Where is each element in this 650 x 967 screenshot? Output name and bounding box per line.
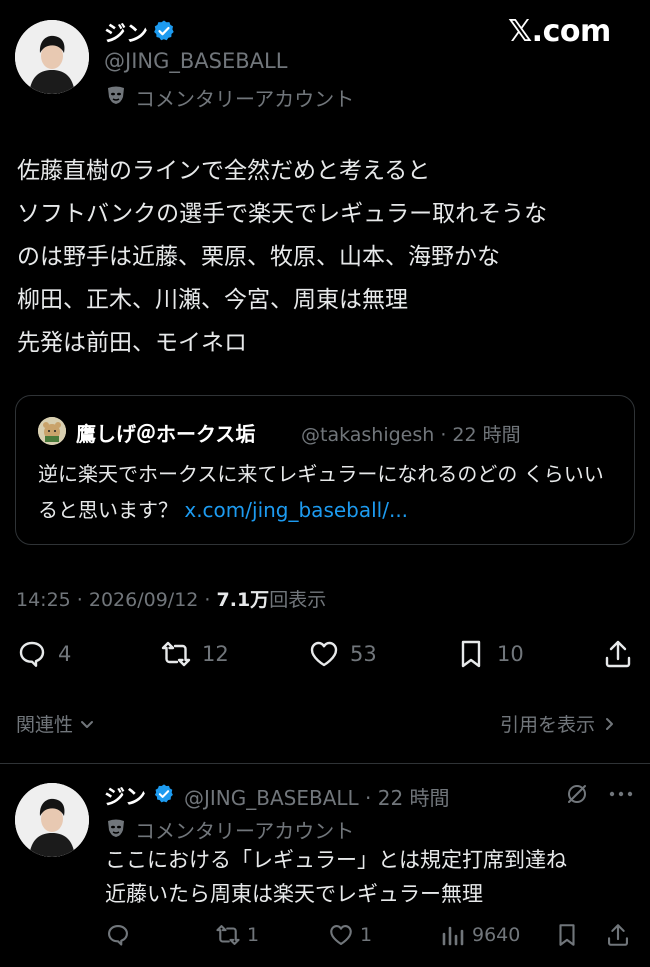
reply-share-button[interactable] bbox=[605, 922, 631, 948]
bookmark-icon bbox=[461, 640, 481, 668]
like-button[interactable]: 53 bbox=[308, 638, 377, 670]
sort-relevance-button[interactable]: 関連性 bbox=[16, 710, 95, 737]
like-icon bbox=[330, 925, 352, 945]
reply-mask-icon bbox=[108, 819, 124, 837]
show-quotes-link[interactable]: 引用を表示 bbox=[500, 710, 617, 737]
retweet-icon bbox=[161, 641, 191, 667]
view-count: 7.1万 bbox=[216, 589, 270, 611]
reply-reply-button[interactable] bbox=[105, 922, 131, 948]
quote-handle-time: @takashigesh · 22 時間 bbox=[301, 424, 521, 446]
x-logo: 𝕏.com bbox=[508, 14, 611, 49]
reply-avatar[interactable] bbox=[15, 783, 89, 857]
retweet-count: 12 bbox=[202, 642, 229, 666]
view-count-suffix: 回表示 bbox=[269, 589, 327, 611]
quoted-tweet[interactable]: 鷹しげ＠ホークス垢 @takashigesh · 22 時間 逆に楽天でホークス… bbox=[15, 395, 635, 545]
quote-display-name: 鷹しげ＠ホークス垢 bbox=[76, 422, 256, 446]
sort-label: 関連性 bbox=[16, 714, 74, 736]
share-icon bbox=[605, 640, 631, 668]
reply-like-button[interactable]: 1 bbox=[328, 922, 372, 948]
share-button[interactable] bbox=[602, 638, 634, 670]
reply-count: 4 bbox=[58, 642, 72, 666]
quote-text: 逆に楽天でホークスに来てレギュラーになれるのどの くらいいると思います？ x.c… bbox=[38, 456, 618, 528]
reply-views-button[interactable]: 9640 bbox=[440, 922, 520, 948]
views-icon bbox=[442, 926, 464, 946]
more-button[interactable] bbox=[608, 786, 634, 802]
quote-avatar bbox=[38, 417, 66, 445]
tweet-timestamp: 14:25 · 2026/09/12 · 7.1万回表示 bbox=[16, 585, 326, 612]
reply-button[interactable]: 4 bbox=[16, 638, 71, 670]
retweet-button[interactable]: 12 bbox=[160, 638, 229, 670]
handle[interactable]: @JING_BASEBALL bbox=[104, 49, 287, 73]
avatar[interactable] bbox=[15, 20, 89, 94]
timestamp-text: 14:25 · 2026/09/12 · bbox=[16, 589, 217, 611]
reply-display-name[interactable]: ジン bbox=[104, 781, 146, 811]
bookmark-icon bbox=[559, 924, 575, 946]
more-icon bbox=[609, 791, 633, 797]
reply-icon bbox=[108, 925, 128, 946]
share-icon bbox=[608, 924, 628, 946]
chevron-right-icon bbox=[606, 717, 614, 730]
reply-commentary-label: コメンタリーアカウント bbox=[135, 819, 355, 843]
bookmark-count: 10 bbox=[497, 642, 524, 666]
chevron-down-icon bbox=[81, 720, 94, 728]
quote-link[interactable]: x.com/jing_baseball/... bbox=[184, 498, 408, 522]
mask-icon bbox=[108, 86, 124, 104]
grok-button[interactable] bbox=[565, 782, 589, 806]
tweet-text: 佐藤直樹のラインで全然だめと考えると ソフトバンクの選手で楽天でレギュラー取れそ… bbox=[17, 158, 548, 356]
reply-like-count: 1 bbox=[360, 924, 373, 946]
like-icon bbox=[310, 641, 338, 667]
reply-verified-badge-icon bbox=[154, 784, 173, 803]
reply-retweet-button[interactable]: 1 bbox=[215, 922, 259, 948]
reply-icon bbox=[19, 641, 45, 667]
reply-text: ここにおける「レギュラー」とは規定打席到達ね 近藤いたら周東は楽天でレギュラー無… bbox=[105, 848, 567, 906]
bookmark-button[interactable]: 10 bbox=[455, 638, 524, 670]
divider bbox=[0, 763, 650, 764]
retweet-icon bbox=[216, 925, 240, 945]
grok-icon bbox=[568, 785, 586, 803]
reply-handle-time[interactable]: @JING_BASEBALL · 22 時間 bbox=[184, 782, 450, 811]
commentary-label: コメンタリーアカウント bbox=[135, 87, 355, 111]
reply-retweet-count: 1 bbox=[247, 924, 260, 946]
display-name[interactable]: ジン bbox=[104, 16, 148, 48]
reply-bookmark-button[interactable] bbox=[554, 922, 580, 948]
show-quotes-label: 引用を表示 bbox=[500, 714, 596, 736]
like-count: 53 bbox=[350, 642, 377, 666]
reply-view-count: 9640 bbox=[472, 924, 521, 946]
verified-badge-icon bbox=[154, 20, 174, 41]
